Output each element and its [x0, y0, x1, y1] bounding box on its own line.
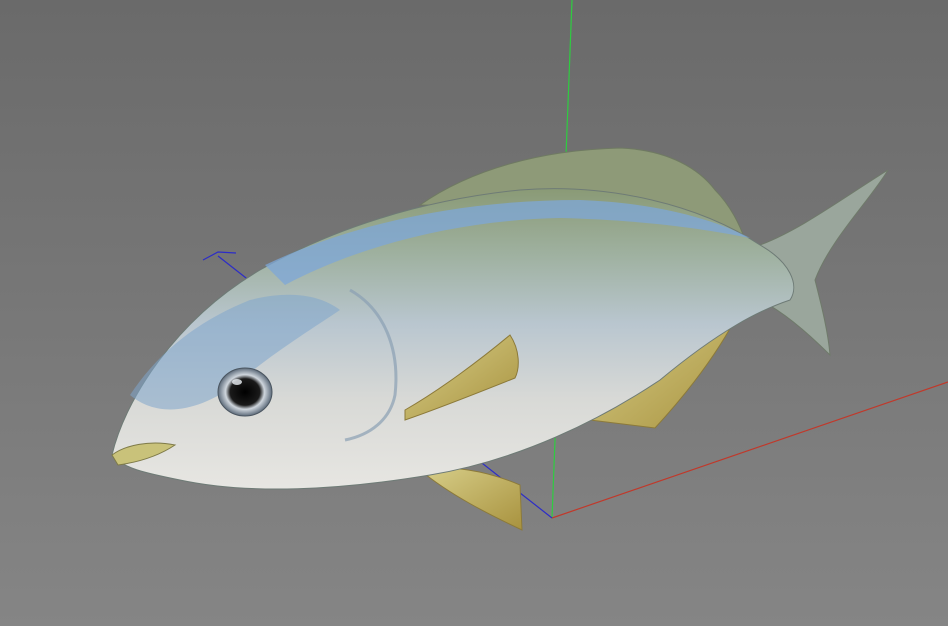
fish-eye-highlight	[232, 379, 242, 385]
fish-eye	[217, 367, 273, 417]
3d-viewport[interactable]	[0, 0, 948, 626]
viewport-canvas[interactable]	[0, 0, 948, 626]
